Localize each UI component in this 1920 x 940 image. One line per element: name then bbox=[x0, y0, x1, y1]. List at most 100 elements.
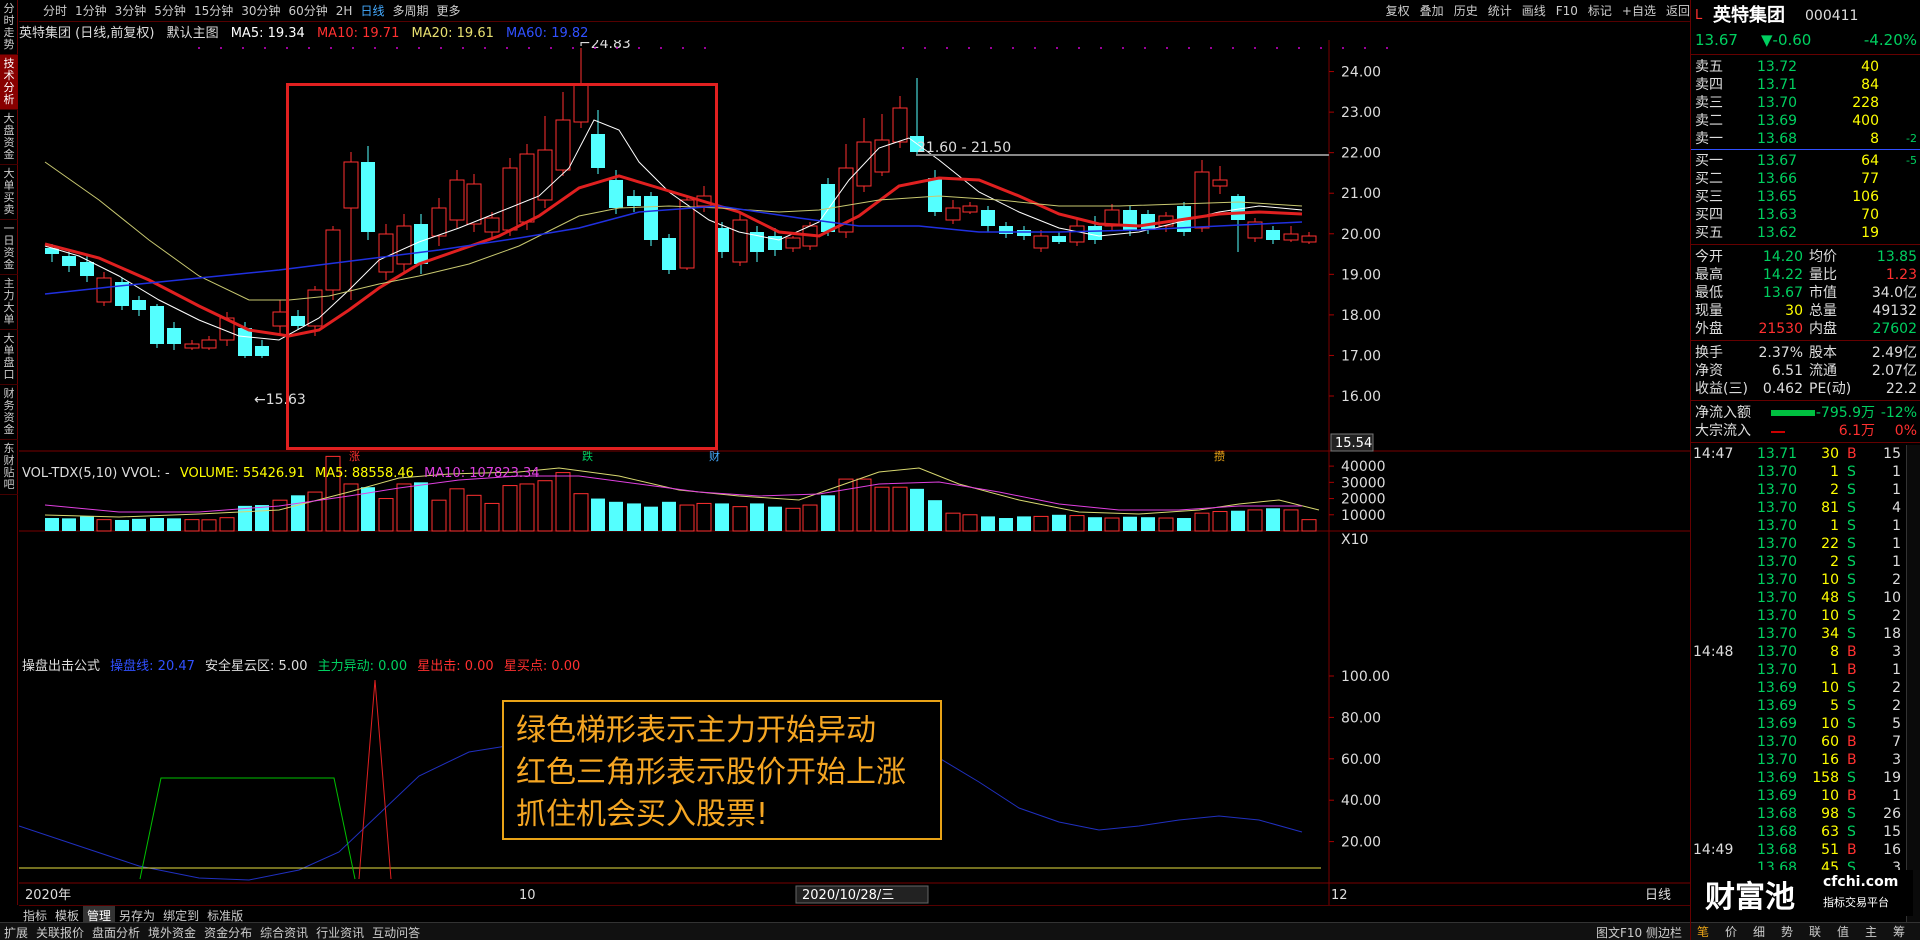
level-volume: 8 bbox=[1870, 131, 1879, 147]
level-price: 13.70 bbox=[1757, 95, 1798, 111]
stat-value: 30 bbox=[1785, 303, 1803, 319]
period-label[interactable]: 日线 bbox=[1645, 888, 1671, 903]
side-panel-toggle[interactable]: 图文F10 侧边栏 bbox=[1592, 923, 1686, 940]
tick-count: 19 bbox=[1883, 770, 1901, 786]
volume-bar bbox=[255, 505, 269, 531]
volume-bar bbox=[466, 494, 482, 532]
formula-name: 操盘出击公式 bbox=[22, 659, 101, 674]
bottom-tab[interactable]: 境外资金 bbox=[144, 923, 200, 940]
tick-count: 18 bbox=[1883, 626, 1901, 642]
bottom-tab[interactable]: 资金分布 bbox=[200, 923, 256, 940]
tick-volume: 2 bbox=[1830, 482, 1839, 498]
tick-count: 15 bbox=[1883, 824, 1901, 840]
tick-price: 13.70 bbox=[1757, 644, 1798, 660]
bottom-tab[interactable]: 扩展 bbox=[0, 923, 32, 940]
side-tab[interactable]: 价 bbox=[1725, 923, 1737, 940]
toolbar-button[interactable]: 画线 bbox=[1517, 0, 1551, 22]
toolbar-button[interactable]: 历史 bbox=[1449, 0, 1483, 22]
toolbar-button[interactable]: +自选 bbox=[1617, 0, 1661, 22]
volume-bar bbox=[838, 478, 854, 532]
period-tab[interactable]: 日线 bbox=[356, 0, 388, 22]
left-nav-item[interactable]: 大单买卖 bbox=[0, 165, 18, 220]
volume-bar bbox=[1158, 517, 1174, 532]
stat-label: 内盘 bbox=[1809, 321, 1837, 337]
tick-side: S bbox=[1847, 698, 1856, 714]
toolbar-button[interactable]: 统计 bbox=[1483, 0, 1517, 22]
price-axis-label: 24.00 bbox=[1341, 65, 1381, 81]
side-tab[interactable]: 联 bbox=[1809, 923, 1821, 940]
tick-volume: 8 bbox=[1830, 644, 1839, 660]
bottom-tab[interactable]: 盘面分析 bbox=[88, 923, 144, 940]
period-tab[interactable]: 15分钟 bbox=[190, 0, 237, 22]
period-tab[interactable]: 更多 bbox=[432, 0, 464, 22]
left-nav-item[interactable]: 财务资金 bbox=[0, 385, 18, 440]
side-tab[interactable]: 筹 bbox=[1893, 923, 1905, 940]
tick-volume: 5 bbox=[1830, 698, 1839, 714]
volume-bar bbox=[715, 503, 729, 531]
tick-side: S bbox=[1847, 806, 1856, 822]
level-label: 买三 bbox=[1695, 189, 1723, 205]
tick-price: 13.70 bbox=[1757, 734, 1798, 750]
level-price: 13.71 bbox=[1757, 77, 1798, 93]
tick-count: 10 bbox=[1883, 590, 1901, 606]
period-tab[interactable]: 5分钟 bbox=[150, 0, 190, 22]
left-nav-item[interactable]: 技术分析 bbox=[0, 55, 18, 110]
tick-count: 7 bbox=[1892, 734, 1901, 750]
bottom-tab[interactable]: 关联报价 bbox=[32, 923, 88, 940]
indicator-title-row: 英特集团 (日线,前复权) 默认主图 MA5: 19.34 MA10: 19.7… bbox=[19, 22, 596, 41]
tick-volume: 51 bbox=[1821, 842, 1839, 858]
bottom-tab[interactable]: 综合资讯 bbox=[256, 923, 312, 940]
tick-price: 13.69 bbox=[1757, 716, 1798, 732]
tick-scrollbar[interactable] bbox=[1906, 445, 1920, 922]
left-nav-item[interactable]: 东财贴吧 bbox=[0, 440, 18, 495]
level-label: 卖一 bbox=[1695, 131, 1723, 147]
left-nav-item[interactable]: 主力大单 bbox=[0, 275, 18, 330]
toolbar-button[interactable]: F10 bbox=[1551, 0, 1583, 22]
tick-side: S bbox=[1847, 824, 1856, 840]
price-change: ▼-0.60 bbox=[1761, 31, 1812, 49]
bottom-tab[interactable]: 行业资讯 bbox=[312, 923, 368, 940]
quote-flag: L bbox=[1695, 8, 1703, 23]
price-axis-label: 18.00 bbox=[1341, 308, 1381, 324]
tick-price: 13.70 bbox=[1757, 752, 1798, 768]
left-nav-item[interactable]: 一日资金 bbox=[0, 220, 18, 275]
volume-bar bbox=[627, 503, 641, 531]
side-tab[interactable]: 值 bbox=[1837, 923, 1849, 940]
tick-side: B bbox=[1847, 734, 1857, 750]
annotation-box: 绿色梯形表示主力开始异动 红色三角形表示股价开始上涨 抓住机会买入股票! bbox=[502, 700, 942, 840]
candle-up bbox=[1033, 235, 1049, 249]
period-tab[interactable]: 3分钟 bbox=[111, 0, 151, 22]
formula-title-row: 操盘出击公式 操盘线: 20.47 安全星云区: 5.00 主力异动: 0.00… bbox=[22, 655, 580, 674]
side-tab[interactable]: 细 bbox=[1753, 923, 1765, 940]
volume-bar bbox=[219, 517, 235, 532]
toolbar-button[interactable]: 叠加 bbox=[1415, 0, 1449, 22]
period-tab[interactable]: 分时 bbox=[39, 0, 71, 22]
period-tab[interactable]: 30分钟 bbox=[237, 0, 284, 22]
stat-row: 今开 14.20 均价 13.85 bbox=[1691, 248, 1920, 266]
bottom-tab[interactable]: 互动问答 bbox=[368, 923, 424, 940]
tick-count: 1 bbox=[1892, 536, 1901, 552]
main-chart-label[interactable]: 默认主图 bbox=[167, 26, 219, 41]
tick-row: 13.70 48 S 10 bbox=[1691, 589, 1901, 607]
indicator-bar: 指标 模板 管理 另存为 绑定到 标准版 bbox=[19, 905, 1690, 925]
tick-side: S bbox=[1847, 500, 1856, 516]
side-tab[interactable]: 势 bbox=[1781, 923, 1793, 940]
left-nav-item[interactable]: 大单盘口 bbox=[0, 330, 18, 385]
period-tab[interactable]: 2H bbox=[332, 0, 357, 22]
formula-safe: 安全星云区: 5.00 bbox=[205, 659, 308, 674]
left-nav-item[interactable]: 大盘资金 bbox=[0, 110, 18, 165]
toolbar-button[interactable]: 标记 bbox=[1583, 0, 1617, 22]
period-tab[interactable]: 多周期 bbox=[388, 0, 432, 22]
level-label: 买一 bbox=[1695, 153, 1723, 169]
side-tab[interactable]: 主 bbox=[1865, 923, 1877, 940]
tick-side: B bbox=[1847, 446, 1857, 462]
side-tab[interactable]: 笔 bbox=[1697, 923, 1709, 940]
buy-level: 买五 13.62 19 bbox=[1691, 224, 1920, 242]
candle-down bbox=[167, 328, 181, 344]
left-nav-item[interactable]: 分时走势 bbox=[0, 0, 18, 55]
period-tab[interactable]: 1分钟 bbox=[71, 0, 111, 22]
toolbar-button[interactable]: 复权 bbox=[1381, 0, 1415, 22]
period-tab[interactable]: 60分钟 bbox=[285, 0, 332, 22]
tick-side: B bbox=[1847, 842, 1857, 858]
stat-label: 最低 bbox=[1695, 285, 1723, 301]
